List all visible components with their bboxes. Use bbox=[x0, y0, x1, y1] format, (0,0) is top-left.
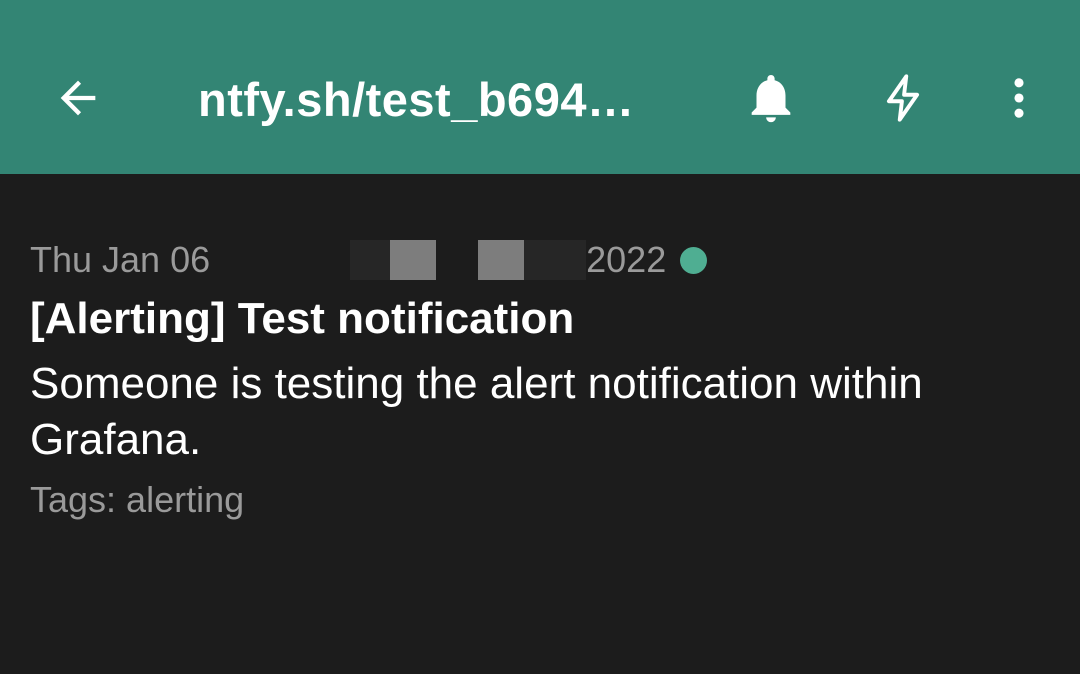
arrow-left-icon bbox=[60, 80, 96, 116]
back-button[interactable] bbox=[38, 58, 118, 138]
date-prefix: Thu Jan 06 bbox=[30, 239, 211, 280]
more-vertical-icon bbox=[1014, 78, 1024, 118]
notification-tags: Tags: alerting bbox=[30, 479, 245, 520]
notification-message: Someone is testing the alert notificatio… bbox=[30, 359, 923, 464]
notification-date-row: Thu Jan 06 2022 bbox=[30, 236, 1050, 284]
notification-title: [Alerting] Test notification bbox=[30, 294, 575, 343]
lightning-bolt-icon bbox=[886, 74, 920, 122]
notifications-button[interactable] bbox=[731, 58, 811, 138]
top-app-bar: ntfy.sh/test_b694… bbox=[0, 0, 1080, 174]
app-screen: ntfy.sh/test_b694… Thu Jan 06 2022 [Aler… bbox=[0, 0, 1080, 674]
date-year: 2022 bbox=[586, 239, 667, 280]
notification-item[interactable]: Thu Jan 06 2022 [Alerting] Test notifica… bbox=[30, 236, 1050, 522]
overflow-menu-button[interactable] bbox=[979, 58, 1059, 138]
redacted-time bbox=[210, 240, 587, 280]
bell-icon bbox=[751, 75, 791, 123]
topic-title: ntfy.sh/test_b694… bbox=[198, 73, 635, 126]
unread-indicator bbox=[680, 246, 708, 274]
instant-delivery-button[interactable] bbox=[863, 58, 943, 138]
